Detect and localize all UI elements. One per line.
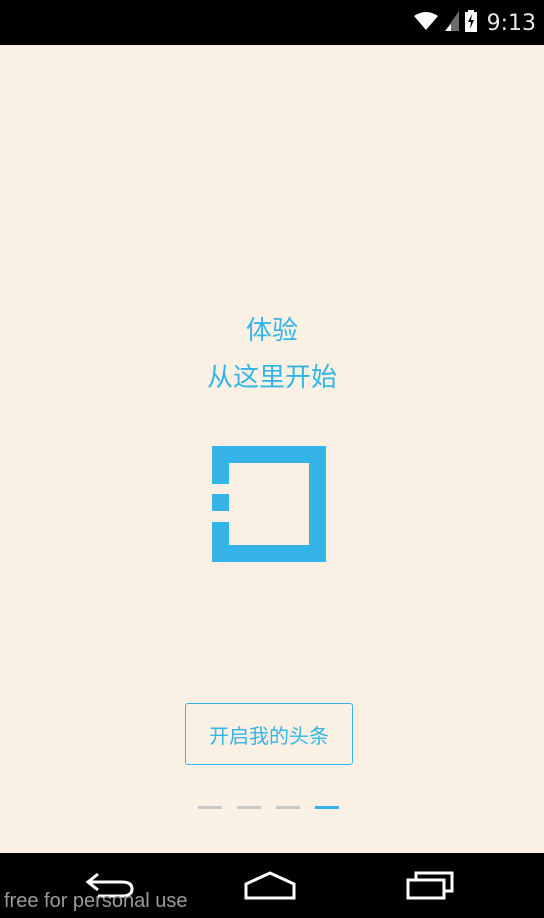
home-icon <box>242 870 298 904</box>
welcome-subtitle: 从这里开始 <box>206 363 337 393</box>
onboarding-screen: 体验 从这里开始 开启我的头条 <box>0 45 544 853</box>
recent-apps-button[interactable] <box>400 867 460 907</box>
page-indicator-dot <box>237 806 261 809</box>
status-time: 9:13 <box>486 10 536 36</box>
page-indicator-dot <box>198 806 222 809</box>
page-indicator-dot <box>276 806 300 809</box>
page-indicator-dot-active <box>315 806 339 809</box>
signal-icon <box>444 11 459 35</box>
recent-apps-icon <box>404 870 456 904</box>
toutiao-logo-icon <box>212 446 326 566</box>
watermark: free for personal use <box>4 890 188 912</box>
page-indicator <box>198 806 339 809</box>
status-bar: 9:13 <box>0 0 544 45</box>
open-my-toutiao-button[interactable]: 开启我的头条 <box>185 703 353 765</box>
home-button[interactable] <box>240 867 300 907</box>
welcome-title: 体验 <box>245 316 298 346</box>
status-icons: 9:13 <box>413 8 536 38</box>
battery-charging-icon <box>464 10 477 36</box>
wifi-icon <box>413 11 439 35</box>
